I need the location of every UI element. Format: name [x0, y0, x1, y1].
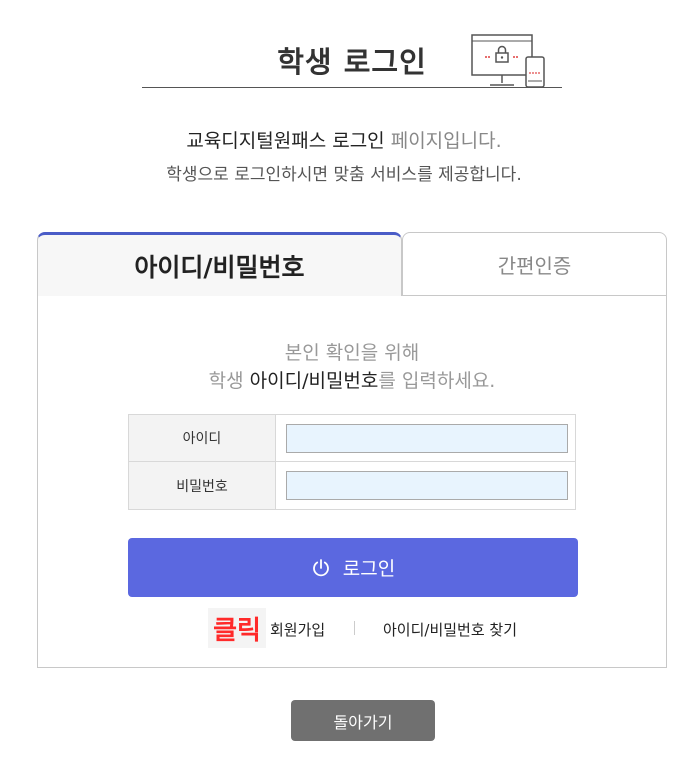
find-account-link[interactable]: 아이디/비밀번호 찾기 [383, 619, 517, 640]
login-button-label: 로그인 [342, 558, 396, 580]
account-links: 클릭 회원가입 아이디/비밀번호 찾기 [38, 608, 666, 648]
click-badge: 클릭 [208, 608, 266, 648]
power-icon [312, 558, 329, 576]
password-input[interactable] [286, 471, 568, 500]
id-row: 아이디 [129, 415, 575, 462]
intro-light-text: 페이지입니다. [384, 130, 502, 152]
link-divider [354, 621, 355, 635]
tab-simple-auth[interactable]: 간편인증 [402, 232, 667, 296]
guide-line1: 본인 확인을 위해 [284, 342, 420, 364]
computer-lock-icon [471, 34, 545, 88]
signup-link[interactable]: 회원가입 [270, 619, 325, 640]
id-input[interactable] [286, 424, 568, 453]
guide-suffix: 를 입력하세요. [378, 370, 496, 392]
login-panel-body: 본인 확인을 위해 학생 아이디/비밀번호를 입력하세요. 아이디 비밀번호 로… [37, 295, 667, 668]
back-button[interactable]: 돌아가기 [291, 700, 435, 741]
password-label: 비밀번호 [129, 462, 276, 509]
guide-line2: 학생 아이디/비밀번호를 입력하세요. [38, 366, 666, 393]
login-button[interactable]: 로그인 [128, 538, 578, 597]
guide-prefix: 학생 [208, 370, 250, 392]
intro-strong-text: 교육디지털원패스 로그인 [186, 130, 385, 152]
id-label: 아이디 [129, 415, 276, 461]
tab-id-password[interactable]: 아이디/비밀번호 [37, 232, 402, 296]
password-row: 비밀번호 [129, 462, 575, 509]
intro-line1: 교육디지털원패스 로그인 페이지입니다. [0, 126, 688, 153]
login-form: 아이디 비밀번호 [128, 414, 576, 510]
intro-line2: 학생으로 로그인하시면 맞춤 서비스를 제공합니다. [166, 165, 522, 185]
page-header: 학생 로그인 [142, 30, 562, 90]
guide-strong: 아이디/비밀번호 [249, 370, 379, 392]
login-panel: 본인 확인을 위해 학생 아이디/비밀번호를 입력하세요. 아이디 비밀번호 로… [37, 232, 667, 668]
